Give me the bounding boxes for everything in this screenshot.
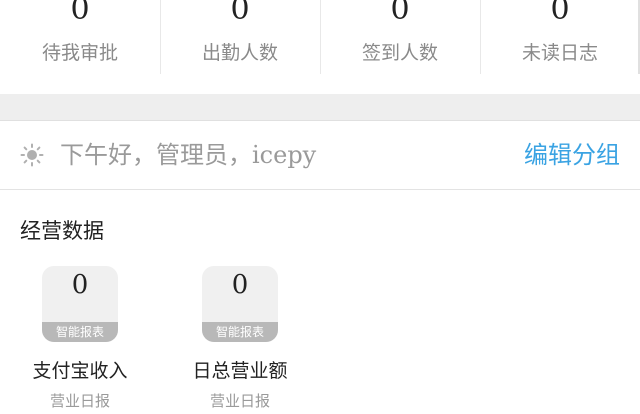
section-title-business-data: 经营数据 bbox=[20, 219, 104, 243]
stat-label: 待我审批 bbox=[41, 42, 118, 64]
stat-attendance[interactable]: 0 出勤人数 bbox=[160, 0, 320, 94]
card-daily-revenue[interactable]: 0 智能报表 日总营业额 营业日报 bbox=[180, 266, 300, 412]
card-value: 0 bbox=[71, 270, 89, 300]
stat-label: 出勤人数 bbox=[201, 42, 278, 64]
greeting-salutation: 下午好，管理员， bbox=[60, 141, 252, 169]
card-name: 支付宝收入 bbox=[32, 360, 128, 382]
card-alipay-income[interactable]: 0 智能报表 支付宝收入 营业日报 bbox=[20, 266, 140, 412]
stat-pending-approval[interactable]: 0 待我审批 bbox=[0, 0, 160, 94]
stat-checkin[interactable]: 0 签到人数 bbox=[320, 0, 480, 94]
stat-label: 未读日志 bbox=[521, 42, 598, 64]
greeting-bar: 下午好，管理员，icepy 编辑分组 bbox=[0, 121, 640, 190]
stat-value: 0 bbox=[230, 0, 250, 27]
greeting-text: 下午好，管理员，icepy bbox=[60, 139, 316, 171]
stat-value: 0 bbox=[550, 0, 570, 27]
card-tag: 智能报表 bbox=[202, 322, 278, 342]
stat-value: 0 bbox=[390, 0, 410, 27]
stats-row: 0 待我审批 0 出勤人数 0 签到人数 0 未读日志 bbox=[0, 0, 640, 94]
greeting-username: icepy bbox=[252, 141, 317, 169]
edit-group-button[interactable]: 编辑分组 bbox=[524, 139, 620, 171]
card-subtitle: 营业日报 bbox=[209, 392, 270, 410]
sun-icon bbox=[20, 143, 44, 167]
stat-label: 签到人数 bbox=[361, 42, 438, 64]
stat-unread-logs[interactable]: 0 未读日志 bbox=[480, 0, 640, 94]
card-value: 0 bbox=[231, 270, 249, 300]
card-name: 日总营业额 bbox=[192, 360, 288, 382]
section-separator bbox=[0, 94, 640, 121]
card-tag: 智能报表 bbox=[42, 322, 118, 342]
card-subtitle: 营业日报 bbox=[49, 392, 110, 410]
card-box: 0 智能报表 bbox=[42, 266, 118, 342]
stat-value: 0 bbox=[70, 0, 90, 27]
card-box: 0 智能报表 bbox=[202, 266, 278, 342]
